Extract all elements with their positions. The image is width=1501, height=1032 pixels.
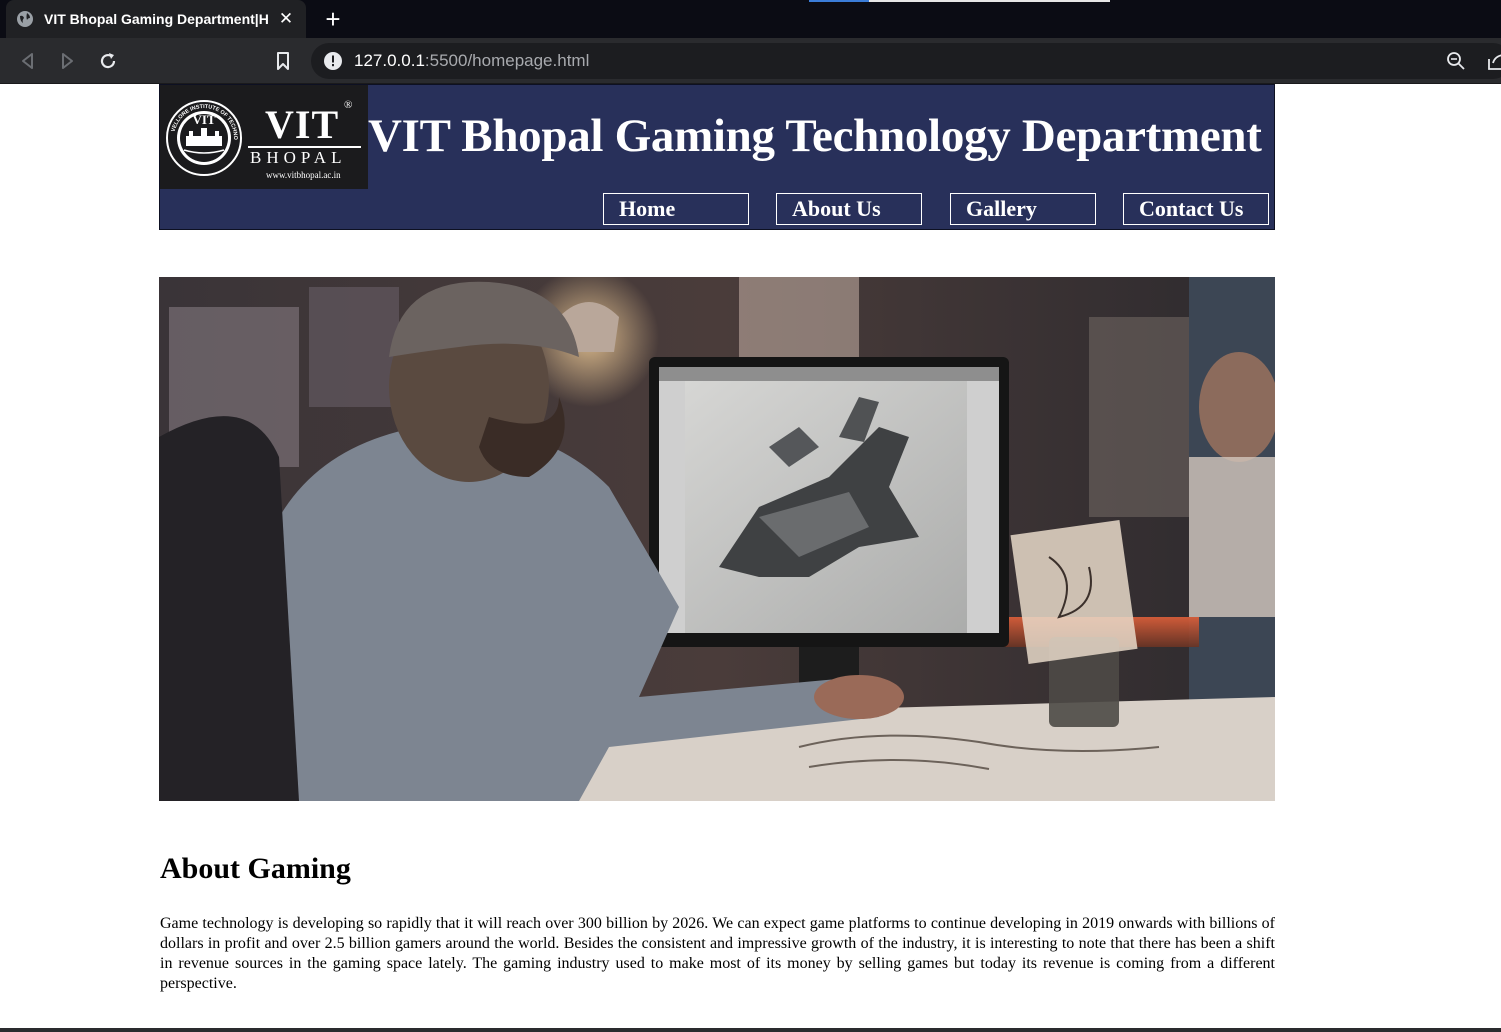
logo-name: VIT xyxy=(265,102,340,147)
site-title: VIT Bhopal Gaming Technology Department xyxy=(368,110,1262,162)
new-tab-button[interactable]: + xyxy=(320,4,346,34)
browser-tab[interactable]: VIT Bhopal Gaming Department|H ✕ xyxy=(6,0,306,38)
logo-url: www.vitbhopal.ac.in xyxy=(266,170,341,180)
bookmark-icon xyxy=(277,52,289,70)
share-icon xyxy=(1488,54,1501,70)
address-bar[interactable]: 127.0.0.1:5500/homepage.html xyxy=(311,43,1501,79)
site-info-icon[interactable] xyxy=(323,51,343,71)
share-button[interactable] xyxy=(1483,48,1501,74)
browser-tab-strip: VIT Bhopal Gaming Department|H ✕ + xyxy=(0,0,1501,38)
nav-gallery-button[interactable]: Gallery xyxy=(950,193,1096,225)
back-arrow-icon xyxy=(22,53,33,69)
nav-about-us-button[interactable]: About Us xyxy=(776,193,922,225)
bookmark-button[interactable] xyxy=(270,48,296,74)
address-host: 127.0.0.1 xyxy=(354,51,425,70)
game-designer-photo xyxy=(159,277,1275,801)
site-header: VIT VELLORE INSTITUTE OF TECHNOLOGY VIT … xyxy=(159,84,1275,230)
tab-title: VIT Bhopal Gaming Department|H xyxy=(44,11,269,27)
forward-arrow-icon xyxy=(62,53,73,69)
logo-city: BHOPAL xyxy=(250,148,347,167)
about-heading: About Gaming xyxy=(160,852,351,885)
window-bottom-edge xyxy=(0,1028,1501,1032)
tab-strip-indicator xyxy=(809,0,869,2)
zoom-icon xyxy=(1447,52,1465,70)
seal-inner-text: VIT xyxy=(192,112,215,127)
nav-home-button[interactable]: Home xyxy=(603,193,749,225)
globe-icon xyxy=(16,10,34,28)
back-button[interactable] xyxy=(15,48,41,74)
vit-seal-icon: VIT VELLORE INSTITUTE OF TECHNOLOGY xyxy=(164,98,242,176)
zoom-button[interactable] xyxy=(1443,48,1469,74)
vit-bhopal-logo[interactable]: VIT VELLORE INSTITUTE OF TECHNOLOGY VIT … xyxy=(160,85,368,189)
reload-icon xyxy=(100,53,116,69)
forward-button[interactable] xyxy=(54,48,80,74)
address-path: :5500/homepage.html xyxy=(424,51,590,70)
hero-image xyxy=(159,277,1275,801)
browser-toolbar: 127.0.0.1:5500/homepage.html xyxy=(0,38,1501,84)
tab-strip-indicator-secondary xyxy=(869,0,1110,2)
nav-contact-us-button[interactable]: Contact Us xyxy=(1123,193,1269,225)
close-tab-icon[interactable]: ✕ xyxy=(276,9,296,29)
logo-registered-mark: ® xyxy=(344,99,353,111)
about-paragraph: Game technology is developing so rapidly… xyxy=(160,915,1275,992)
reload-button[interactable] xyxy=(95,48,121,74)
